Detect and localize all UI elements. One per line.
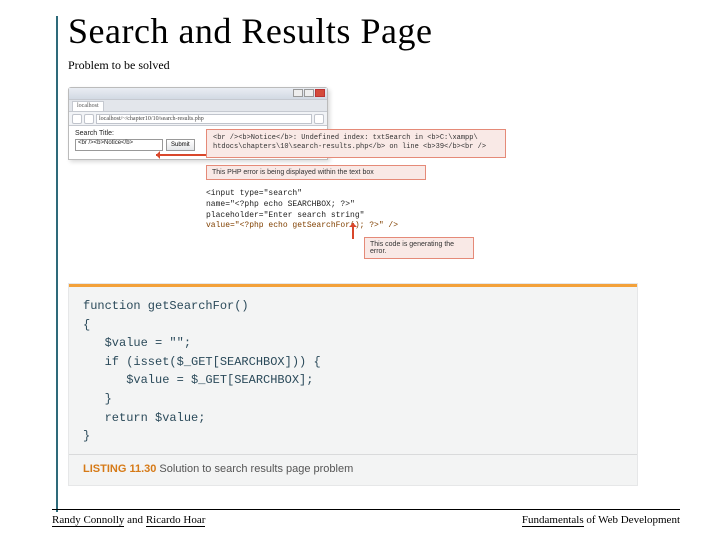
notice-line-2: htdocs\chapters\10\search-results.php</b… <box>213 143 499 152</box>
listing-code: function getSearchFor() { $value = ""; i… <box>69 287 637 454</box>
diagram: localhost localhost/~/chapter10/10/searc… <box>64 87 634 277</box>
slide-title: Search and Results Page <box>68 10 680 52</box>
code-line-4: value="<?php echo getSearchFor(); ?>" /> <box>206 221 446 232</box>
close-icon <box>315 89 325 97</box>
author-2: Ricardo Hoar <box>146 514 206 527</box>
address-bar: localhost/~/chapter10/10/search-results.… <box>96 114 312 124</box>
browser-titlebar <box>69 88 327 100</box>
browser-tabs: localhost <box>69 100 327 112</box>
listing-caption-text: Solution to search results page problem <box>156 463 353 475</box>
code-listing: function getSearchFor() { $value = ""; i… <box>68 283 638 486</box>
browser-tab: localhost <box>72 101 104 111</box>
book-title-2: of Web Development <box>584 514 680 526</box>
book-title-1: Fundamentals <box>522 514 584 527</box>
notice-callout: <br /><b>Notice</b>: Undefined index: tx… <box>206 129 506 158</box>
book-title: Fundamentals of Web Development <box>522 514 680 526</box>
footer-and: and <box>124 514 145 526</box>
browser-toolbar: localhost/~/chapter10/10/search-results.… <box>69 112 327 126</box>
annotation-1: This PHP error is being displayed within… <box>206 165 426 180</box>
maximize-icon <box>304 89 314 97</box>
notice-line-1: <br /><b>Notice</b>: Undefined index: tx… <box>213 134 499 143</box>
code-line-1: <input type="search" <box>206 189 446 200</box>
listing-caption: LISTING 11.30 Solution to search results… <box>69 454 637 485</box>
author-1: Randy Connolly <box>52 514 124 527</box>
search-input: <br /><b>Notice</b> <box>75 139 163 151</box>
code-line-2: name="<?php echo SEARCHBOX; ?>" <box>206 200 446 211</box>
slide-subtitle: Problem to be solved <box>68 58 680 73</box>
input-code: <input type="search" name="<?php echo SE… <box>206 189 446 232</box>
back-icon <box>72 114 82 124</box>
annotation-2: This code is generating the error. <box>364 237 474 259</box>
listing-number: LISTING 11.30 <box>83 463 156 475</box>
forward-icon <box>84 114 94 124</box>
footer: Randy Connolly and Ricardo Hoar Fundamen… <box>52 514 680 526</box>
footer-rule <box>52 509 680 510</box>
side-rule <box>56 16 58 512</box>
arrow-icon <box>156 154 206 156</box>
reload-icon <box>314 114 324 124</box>
minimize-icon <box>293 89 303 97</box>
submit-button: Submit <box>166 139 195 151</box>
code-line-3: placeholder="Enter search string" <box>206 211 446 222</box>
arrow-icon <box>352 223 354 239</box>
